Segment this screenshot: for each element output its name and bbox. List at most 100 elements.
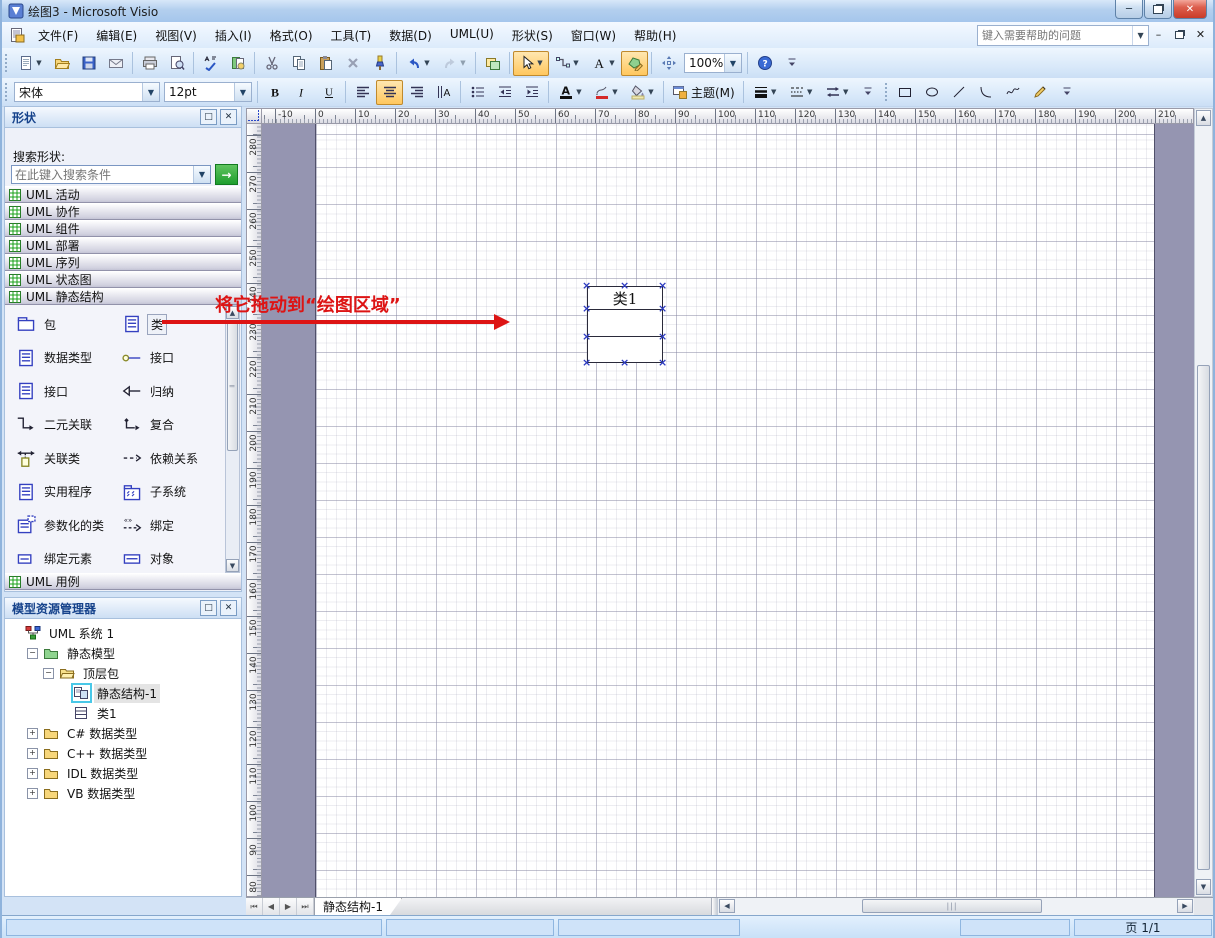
tree-item-顶层包[interactable]: −顶层包: [43, 663, 122, 683]
dropdown-icon[interactable]: ▼: [724, 54, 741, 72]
panel-close-button[interactable]: ✕: [220, 600, 237, 616]
text-tool-button[interactable]: A▼: [585, 51, 621, 76]
scroll-down-button[interactable]: ▼: [1196, 879, 1211, 895]
tree-item-uml-系统-1[interactable]: UML 系统 1: [11, 623, 117, 643]
freeform-tool-button[interactable]: [1000, 80, 1027, 105]
scroll-left-button[interactable]: ◀: [719, 899, 735, 913]
restore-button[interactable]: [1144, 0, 1172, 19]
print-button[interactable]: [136, 51, 163, 76]
rectangle-tool-button[interactable]: [892, 80, 919, 105]
dropdown-icon[interactable]: ▼: [36, 59, 41, 67]
bullets-button[interactable]: [464, 80, 491, 105]
bold-button[interactable]: B: [261, 80, 288, 105]
connector-tool-button[interactable]: ▼: [549, 51, 585, 76]
zoom-level-combo[interactable]: 100%▼: [684, 53, 742, 73]
collapse-icon[interactable]: −: [27, 648, 38, 659]
menu-o[interactable]: 格式(O): [261, 23, 322, 48]
pointer-tool-button[interactable]: ▼: [513, 51, 549, 76]
menu-h[interactable]: 帮助(H): [625, 23, 685, 48]
panel-float-button[interactable]: □: [200, 109, 217, 125]
horizontal-scrollbar[interactable]: ◀ ||| ▶: [717, 898, 1194, 915]
dropdown-icon[interactable]: ▼: [142, 83, 159, 101]
shape-utility[interactable]: 实用程序: [11, 477, 95, 507]
doc-restore-button[interactable]: [1171, 27, 1188, 42]
italic-button[interactable]: I: [288, 80, 315, 105]
copy-button[interactable]: [285, 51, 312, 76]
shapes-scrollbar[interactable]: ▲ = ▼: [225, 305, 240, 573]
expand-icon[interactable]: +: [27, 748, 38, 759]
panel-close-button[interactable]: ✕: [220, 109, 237, 125]
align-center-button[interactable]: [376, 80, 403, 105]
shape-binding[interactable]: «»绑定: [117, 510, 177, 540]
shape-object[interactable]: 对象: [117, 544, 177, 574]
dropdown-icon[interactable]: ▼: [573, 59, 578, 67]
toolbar-grip[interactable]: [4, 53, 9, 73]
stencil-uml-活动[interactable]: UML 活动: [5, 186, 241, 203]
help-search-input[interactable]: [978, 28, 1132, 43]
selection-handle-icon[interactable]: ×: [658, 358, 667, 367]
delete-button[interactable]: [339, 51, 366, 76]
selection-handle-icon[interactable]: ×: [658, 304, 667, 313]
menu-w[interactable]: 窗口(W): [562, 23, 625, 48]
toolbar-options-button[interactable]: [855, 80, 882, 105]
doc-minimize-button[interactable]: –: [1150, 27, 1167, 42]
horizontal-ruler[interactable]: -100102030405060708090100110120130140150…: [262, 108, 1194, 124]
first-page-button[interactable]: ⏮: [246, 898, 263, 915]
shape-package[interactable]: 包: [11, 309, 59, 339]
dropdown-icon[interactable]: ▼: [843, 88, 848, 96]
drawing-tool-button[interactable]: [621, 51, 648, 76]
menu-s[interactable]: 形状(S): [503, 23, 562, 48]
menu-v[interactable]: 视图(V): [146, 23, 206, 48]
collapse-icon[interactable]: −: [43, 668, 54, 679]
vertical-ruler[interactable]: 2802702602502402302202102001901801701601…: [246, 124, 262, 897]
dropdown-icon[interactable]: ▼: [807, 88, 812, 96]
menu-i[interactable]: 插入(I): [206, 23, 261, 48]
line-ends-button[interactable]: ▼: [819, 80, 855, 105]
scrollbar-thumb[interactable]: =: [227, 321, 238, 451]
vertical-scrollbar[interactable]: ▲ ▼: [1194, 108, 1213, 897]
format-painter-button[interactable]: [366, 51, 393, 76]
selection-handle-icon[interactable]: ×: [582, 332, 591, 341]
dropdown-icon[interactable]: ▼: [460, 59, 465, 67]
open-button[interactable]: [48, 51, 75, 76]
scroll-up-button[interactable]: ▲: [1196, 110, 1211, 126]
pan-zoom-button[interactable]: [655, 51, 682, 76]
new-document-button[interactable]: ▼: [12, 51, 48, 76]
scroll-right-button[interactable]: ▶: [1177, 899, 1193, 913]
line-pattern-button[interactable]: ▼: [783, 80, 819, 105]
shape-dependency[interactable]: 依赖关系: [117, 443, 201, 473]
dropdown-icon[interactable]: ▼: [609, 59, 614, 67]
search-go-button[interactable]: →: [215, 164, 238, 185]
selection-handle-icon[interactable]: ×: [582, 304, 591, 313]
spelling-button[interactable]: [197, 51, 224, 76]
scroll-down-button[interactable]: ▼: [226, 559, 239, 572]
panel-float-button[interactable]: □: [200, 600, 217, 616]
expand-icon[interactable]: +: [27, 788, 38, 799]
dropdown-icon[interactable]: ▼: [537, 59, 542, 67]
selection-handle-icon[interactable]: ×: [582, 281, 591, 290]
minimize-button[interactable]: ─: [1115, 0, 1143, 19]
tree-item-vb-数据类型[interactable]: +VB 数据类型: [27, 783, 138, 803]
help-button[interactable]: ?: [751, 51, 778, 76]
cut-button[interactable]: [258, 51, 285, 76]
stencil-uml-静态结构[interactable]: UML 静态结构: [5, 288, 241, 305]
increase-indent-button[interactable]: [518, 80, 545, 105]
menu-t[interactable]: 工具(T): [322, 23, 381, 48]
toolbar-options-button[interactable]: [778, 51, 805, 76]
paste-button[interactable]: [312, 51, 339, 76]
mail-button[interactable]: [102, 51, 129, 76]
text-direction-button[interactable]: A: [430, 80, 457, 105]
fill-color-button[interactable]: ▼: [624, 80, 660, 105]
shape-interface[interactable]: 接口: [11, 376, 71, 406]
tree-item-类1[interactable]: 类1: [59, 703, 120, 723]
toolbar-grip[interactable]: [4, 82, 9, 102]
next-page-button[interactable]: ▶: [280, 898, 297, 915]
menu-umlu[interactable]: UML(U): [441, 23, 503, 48]
dropdown-icon[interactable]: ▼: [771, 88, 776, 96]
font-color-button[interactable]: A▼: [552, 80, 588, 105]
close-button[interactable]: ✕: [1173, 0, 1207, 19]
shape-interface-lollipop[interactable]: 接口: [117, 343, 177, 373]
shape-parameterized-class[interactable]: 参数化的类: [11, 510, 107, 540]
tree-item-静态模型[interactable]: −静态模型: [27, 643, 118, 663]
shape-search-input[interactable]: [12, 166, 193, 183]
